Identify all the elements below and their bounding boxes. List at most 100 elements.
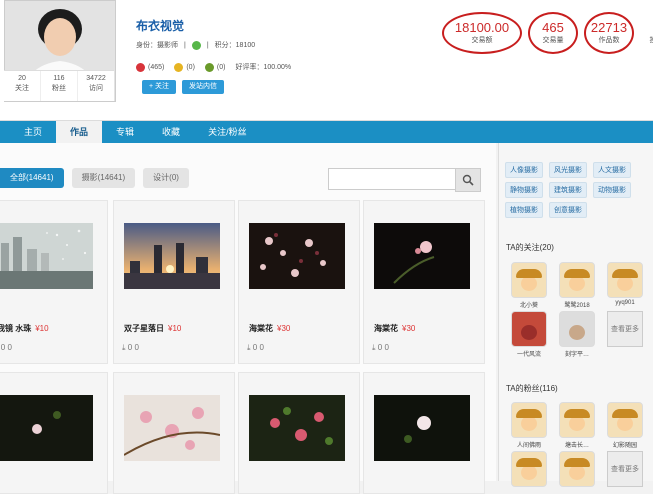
work-title-text: 双子星落日 bbox=[124, 324, 164, 333]
work-stats: ⤓ 0 0 bbox=[372, 343, 389, 353]
work-stats: ⤓ 0 0 bbox=[0, 343, 12, 353]
person-name: yyq901 bbox=[615, 300, 635, 306]
person-name: 鹭鹭2018 bbox=[564, 303, 590, 309]
following-item[interactable]: yyq901 bbox=[604, 262, 646, 309]
work-thumbnail[interactable] bbox=[0, 223, 93, 289]
profile-meta: 身份：摄影师 | | 积分：18100 bbox=[136, 40, 255, 50]
work-title[interactable]: 我镜 水珠 ¥10 bbox=[0, 323, 49, 334]
work-stats: ⤓ 0 0 bbox=[247, 343, 264, 353]
fan-item[interactable]: 幻影随园 bbox=[604, 402, 646, 449]
avatar bbox=[559, 402, 595, 438]
filter-photography[interactable]: 摄影(14641) bbox=[71, 168, 136, 188]
work-card[interactable] bbox=[113, 372, 235, 494]
search-button[interactable] bbox=[455, 168, 481, 192]
work-title-text: 我镜 水珠 bbox=[0, 324, 32, 333]
stat-visits: 34722 访问 bbox=[78, 71, 114, 101]
work-title[interactable]: 双子星落日 ¥10 bbox=[124, 323, 181, 334]
work-title-text: 海棠花 bbox=[374, 324, 398, 333]
following-item[interactable]: 鹭鹭2018 bbox=[556, 262, 598, 309]
filter-design[interactable]: 设计(0) bbox=[143, 168, 189, 188]
tab-favorites[interactable]: 收藏 bbox=[148, 121, 194, 143]
work-card[interactable]: 双子星落日 ¥10 ⤓ 0 0 bbox=[113, 200, 235, 364]
fans-list: 人间佛雨 塘击长… 幻影随园 查看更多 bbox=[508, 402, 646, 489]
work-title[interactable]: 海棠花 ¥30 bbox=[374, 323, 415, 334]
fan-item[interactable] bbox=[508, 451, 550, 489]
person-name: 刻字平… bbox=[564, 352, 589, 358]
leaf-badge: (0) bbox=[204, 62, 225, 72]
trade-amount-label: 交易额 bbox=[471, 37, 493, 44]
following-item[interactable]: 刻字平… bbox=[556, 311, 598, 358]
person-name: 人间佛雨 bbox=[516, 443, 541, 449]
work-thumbnail[interactable] bbox=[249, 223, 345, 289]
tag-landscape[interactable]: 风光摄影 bbox=[549, 162, 587, 178]
work-thumbnail[interactable] bbox=[124, 223, 220, 289]
tag-still-life[interactable]: 静物摄影 bbox=[505, 182, 543, 198]
following-more[interactable]: 查看更多 bbox=[604, 311, 646, 358]
filter-all[interactable]: 全部(14641) bbox=[0, 168, 64, 188]
tab-works[interactable]: 作品 bbox=[56, 121, 103, 143]
stat-fans[interactable]: 116 粉丝 bbox=[41, 71, 78, 101]
avatar bbox=[511, 402, 547, 438]
more-button[interactable]: 查看更多 bbox=[607, 311, 643, 347]
work-counts: 0 0 bbox=[252, 343, 264, 352]
tag-animal[interactable]: 动物摄影 bbox=[593, 182, 631, 198]
leaf-icon bbox=[204, 62, 214, 72]
profile-actions: + 关注 发站内信 bbox=[142, 80, 225, 94]
points-text: 积分：18100 bbox=[214, 42, 256, 49]
rose-badge: (465) bbox=[136, 62, 164, 72]
identity-text: 身份：摄影师 bbox=[136, 42, 178, 49]
more-button[interactable]: 查看更多 bbox=[607, 451, 643, 487]
tag-portrait[interactable]: 人像摄影 bbox=[505, 162, 543, 178]
work-counts: 0 0 bbox=[127, 343, 139, 352]
work-card[interactable]: 海棠花 ¥30 ⤓ 0 0 bbox=[363, 200, 485, 364]
tab-home[interactable]: 主页 bbox=[0, 121, 56, 143]
tab-follow-fans[interactable]: 关注/粉丝 bbox=[194, 121, 261, 143]
tag-architecture[interactable]: 建筑摄影 bbox=[549, 182, 587, 198]
fan-item[interactable]: 塘击长… bbox=[556, 402, 598, 449]
pink-blossom-photo bbox=[124, 395, 220, 461]
stat-following-value: 20 bbox=[18, 75, 26, 82]
trophy-count: (0) bbox=[186, 63, 195, 71]
stat-fans-value: 116 bbox=[53, 75, 65, 82]
tag-plant[interactable]: 植物摄影 bbox=[505, 202, 543, 218]
work-title-text: 海棠花 bbox=[249, 324, 273, 333]
white-flower-photo bbox=[374, 395, 470, 461]
work-card[interactable]: 海棠花 ¥30 ⤓ 0 0 bbox=[238, 200, 360, 364]
work-thumbnail[interactable] bbox=[0, 395, 93, 461]
main-nav: 主页 作品 专辑 收藏 关注/粉丝 bbox=[0, 121, 653, 143]
rose-icon bbox=[136, 62, 145, 72]
avatar-stats: 20 关注 116 粉丝 34722 访问 bbox=[4, 70, 114, 101]
avatar bbox=[511, 311, 547, 347]
fans-more[interactable]: 查看更多 bbox=[604, 451, 646, 489]
trade-count-label: 交易量 bbox=[542, 37, 564, 44]
work-card[interactable] bbox=[0, 372, 108, 494]
begonia-photo bbox=[249, 223, 345, 289]
tag-humanities[interactable]: 人文摄影 bbox=[593, 162, 631, 178]
tag-creative[interactable]: 创意摄影 bbox=[549, 202, 587, 218]
following-item[interactable]: 北小葵 bbox=[508, 262, 550, 309]
username[interactable]: 布衣视觉 bbox=[136, 17, 184, 34]
work-card[interactable]: 我镜 水珠¥10 ⤓ 0 0 bbox=[0, 200, 108, 364]
person-name: 北小葵 bbox=[519, 303, 538, 309]
fan-item[interactable] bbox=[556, 451, 598, 489]
tab-albums[interactable]: 专辑 bbox=[102, 121, 148, 143]
work-thumbnail[interactable] bbox=[124, 395, 220, 461]
avatar bbox=[607, 402, 643, 438]
category-tags: 人像摄影 风光摄影 人文摄影 静物摄影 建筑摄影 动物摄影 植物摄影 创意摄影 bbox=[505, 162, 650, 218]
stat-trade-count: 465 交易量 bbox=[528, 12, 578, 54]
work-title[interactable]: 海棠花 ¥30 bbox=[249, 323, 290, 334]
following-item[interactable]: 一代风流 bbox=[508, 311, 550, 358]
message-button[interactable]: 发站内信 bbox=[182, 80, 225, 94]
stat-following[interactable]: 20 关注 bbox=[4, 71, 41, 101]
fan-item[interactable]: 人间佛雨 bbox=[508, 402, 550, 449]
work-card[interactable] bbox=[363, 372, 485, 494]
follow-button[interactable]: + 关注 bbox=[142, 80, 177, 94]
work-stats: ⤓ 0 0 bbox=[122, 343, 139, 353]
level-icon bbox=[191, 40, 201, 50]
avatar bbox=[559, 311, 595, 347]
work-card[interactable] bbox=[238, 372, 360, 494]
work-thumbnail[interactable] bbox=[374, 223, 470, 289]
work-thumbnail[interactable] bbox=[249, 395, 345, 461]
work-thumbnail[interactable] bbox=[374, 395, 470, 461]
avatar bbox=[511, 262, 547, 298]
